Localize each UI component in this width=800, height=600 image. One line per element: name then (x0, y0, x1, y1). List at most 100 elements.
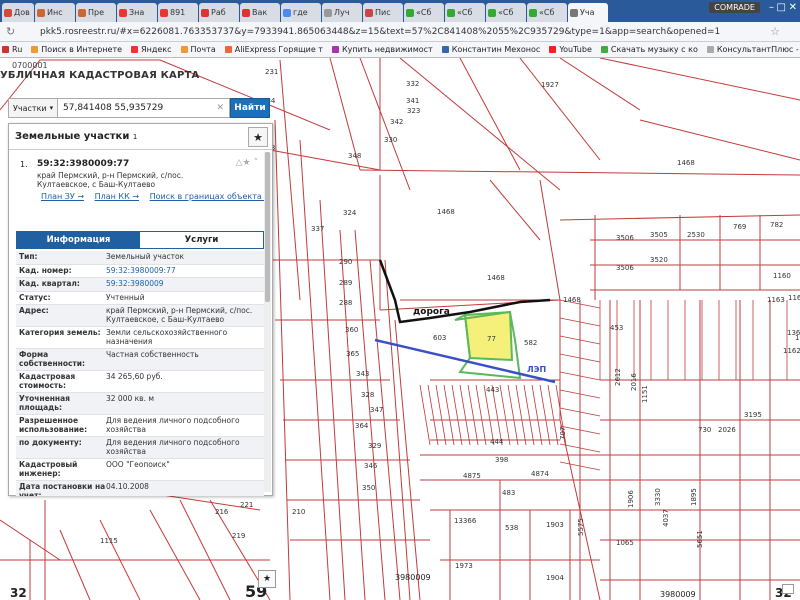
parcel-number-label: 3330 (654, 488, 662, 506)
attribute-key: Разрешенное использование: (19, 416, 88, 434)
browser-tab[interactable]: Уча (568, 3, 608, 22)
bookmark-star-icon[interactable]: ☆ (770, 25, 780, 38)
rating-stars-icon[interactable]: △★ ˄ (236, 158, 258, 168)
parcel-boundary (539, 179, 561, 301)
plan-kk-link[interactable]: План КК → (95, 192, 139, 201)
browser-tab[interactable]: Пре (76, 3, 116, 22)
panel-content: 1. 59:32:3980009:77 △★ ˄ край Пермский, … (9, 150, 264, 496)
profile-badge[interactable]: COMRADE (709, 2, 760, 13)
parcel-boundary (491, 384, 503, 446)
bookmark-item[interactable]: Константин Мехонос (441, 45, 540, 54)
attribute-row: Форма собственности: Частная собственност… (16, 349, 264, 371)
bookmark-icon (180, 46, 188, 53)
parcel-number-label: 360 (345, 326, 358, 334)
attribute-value: 04.10.2008 (106, 482, 149, 491)
favorite-star-button[interactable]: ★ (248, 127, 268, 147)
parcel-number-label: 1161 (795, 334, 800, 342)
tab-title: «Сб (416, 8, 432, 17)
browser-tab[interactable]: «Сб (445, 3, 485, 22)
attribute-value: ООО "Геопоиск" (106, 460, 170, 469)
scrollbar-thumb[interactable] (265, 152, 270, 302)
map-corner-control[interactable] (782, 584, 794, 594)
browser-tab[interactable]: где (281, 3, 321, 22)
map-tool-button[interactable]: ★ (258, 570, 276, 588)
search-input[interactable]: 57,841408 55,935729 ✕ (58, 98, 230, 118)
attribute-value: край Пермский, р-н Пермский, с/пос. Култ… (106, 306, 253, 324)
tab-favicon-icon (201, 8, 209, 17)
attribute-row: Дата постановки на учет: 04.10.2008 (16, 481, 264, 496)
bookmark-item[interactable]: Поиск в Интернете (31, 45, 122, 54)
bookmark-item[interactable]: Скачать музыку с ко (600, 45, 698, 54)
search-type-select[interactable]: Участки ▾ (8, 98, 58, 118)
attribute-value: 32 000 кв. м (106, 394, 155, 403)
parcel-number-label: 3520 (650, 256, 668, 264)
attribute-row: Тип: Земельный участок (16, 251, 264, 265)
browser-tab[interactable]: «Сб (404, 3, 444, 22)
attribute-value[interactable]: 59:32:3980009:77 (106, 266, 264, 276)
browser-tab[interactable]: Пис (363, 3, 403, 22)
attribute-value[interactable]: 59:32:3980009 (106, 279, 264, 289)
parcel-boundary (451, 384, 463, 446)
search-in-bounds-link[interactable]: Поиск в границах объекта → (150, 192, 264, 201)
bookmark-label: КонсультантПлюс - С (716, 45, 800, 54)
panel-header: Земельные участки 1 ★ (9, 124, 272, 150)
browser-tab[interactable]: Зна (117, 3, 157, 22)
attribute-value: Для ведения личного подсобного хозяйства (106, 438, 240, 456)
tab-services[interactable]: Услуги (140, 232, 263, 248)
tab-information[interactable]: Информация (17, 232, 140, 248)
parcel-number-label: 350 (362, 484, 375, 492)
parcel-number-label: 330 (384, 136, 397, 144)
attribute-row: Категория земель: Земли сельскохозяйствен… (16, 327, 264, 349)
minimize-icon[interactable]: – (769, 2, 774, 13)
parcel-card[interactable]: 1. 59:32:3980009:77 △★ ˄ край Пермский, … (9, 150, 264, 225)
browser-tab[interactable]: Луч (322, 3, 362, 22)
address-bar[interactable]: ↻ pkk5.rosreestr.ru/#x=6226081.763353737… (0, 22, 800, 42)
tab-favicon-icon (529, 8, 537, 17)
parcel-boundary (547, 384, 559, 446)
close-icon[interactable]: ✕ (789, 2, 797, 13)
parcel-boundary (531, 384, 543, 446)
bookmark-item[interactable]: Почта (180, 45, 216, 54)
attribute-row: Кад. квартал: 59:32:3980009 (16, 278, 264, 292)
search-query: 57,841408 55,935729 (63, 103, 164, 113)
browser-tab[interactable]: Вак (240, 3, 280, 22)
bookmark-item[interactable]: Яндекс (131, 45, 172, 54)
bookmark-item[interactable]: AliExpress Горящие т (224, 45, 323, 54)
url-text[interactable]: pkk5.rosreestr.ru/#x=6226081.763353737&y… (40, 27, 720, 37)
browser-tab[interactable]: Инс (35, 3, 75, 22)
browser-tab[interactable]: 891 (158, 3, 198, 22)
browser-tab[interactable]: «Сб (486, 3, 526, 22)
bookmark-item[interactable]: Ru (2, 45, 22, 54)
bookmark-label: Яндекс (141, 45, 172, 54)
bookmark-item[interactable]: Купить недвижимост (331, 45, 433, 54)
attribute-key: Адрес: (19, 306, 49, 315)
parcel-number-label: 3505 (650, 231, 668, 239)
parcel-boundary (467, 384, 479, 446)
bookmark-item[interactable]: YouTube (549, 45, 592, 54)
plan-zu-link[interactable]: План ЗУ → (41, 192, 84, 201)
info-tabs: Информация Услуги (16, 231, 264, 249)
panel-scrollbar[interactable] (264, 152, 271, 492)
parcel-index: 1. (20, 160, 28, 169)
search-button[interactable]: Найти (230, 98, 270, 118)
bookmark-label: Поиск в Интернете (41, 45, 123, 54)
parcel-number-label: 221 (240, 501, 253, 509)
attribute-value: Для ведения личного подсобного хозяйства (106, 416, 240, 434)
browser-tab[interactable]: Раб (199, 3, 239, 22)
browser-tab[interactable]: Дов (2, 3, 34, 22)
clear-icon[interactable]: ✕ (216, 103, 224, 113)
attribute-key: Категория земель: (19, 328, 101, 337)
maximize-icon[interactable]: □ (777, 2, 786, 13)
attribute-row: Уточненная площадь: 32 000 кв. м (16, 393, 264, 415)
attribute-row: Статус: Учтенный (16, 292, 264, 305)
parcel-boundary (459, 384, 471, 446)
bookmark-item[interactable]: КонсультантПлюс - С (706, 45, 800, 54)
parcel-number-label: 323 (407, 107, 420, 115)
parcel-cad-number[interactable]: 59:32:3980009:77 (37, 159, 129, 169)
browser-tab[interactable]: «Сб (527, 3, 567, 22)
bookmark-icon (441, 46, 449, 53)
parcel-links: План ЗУ → План КК → Поиск в границах объ… (41, 192, 264, 201)
parcel-boundary (599, 58, 800, 101)
bookmark-icon (224, 46, 232, 53)
reload-icon[interactable]: ↻ (6, 25, 15, 38)
